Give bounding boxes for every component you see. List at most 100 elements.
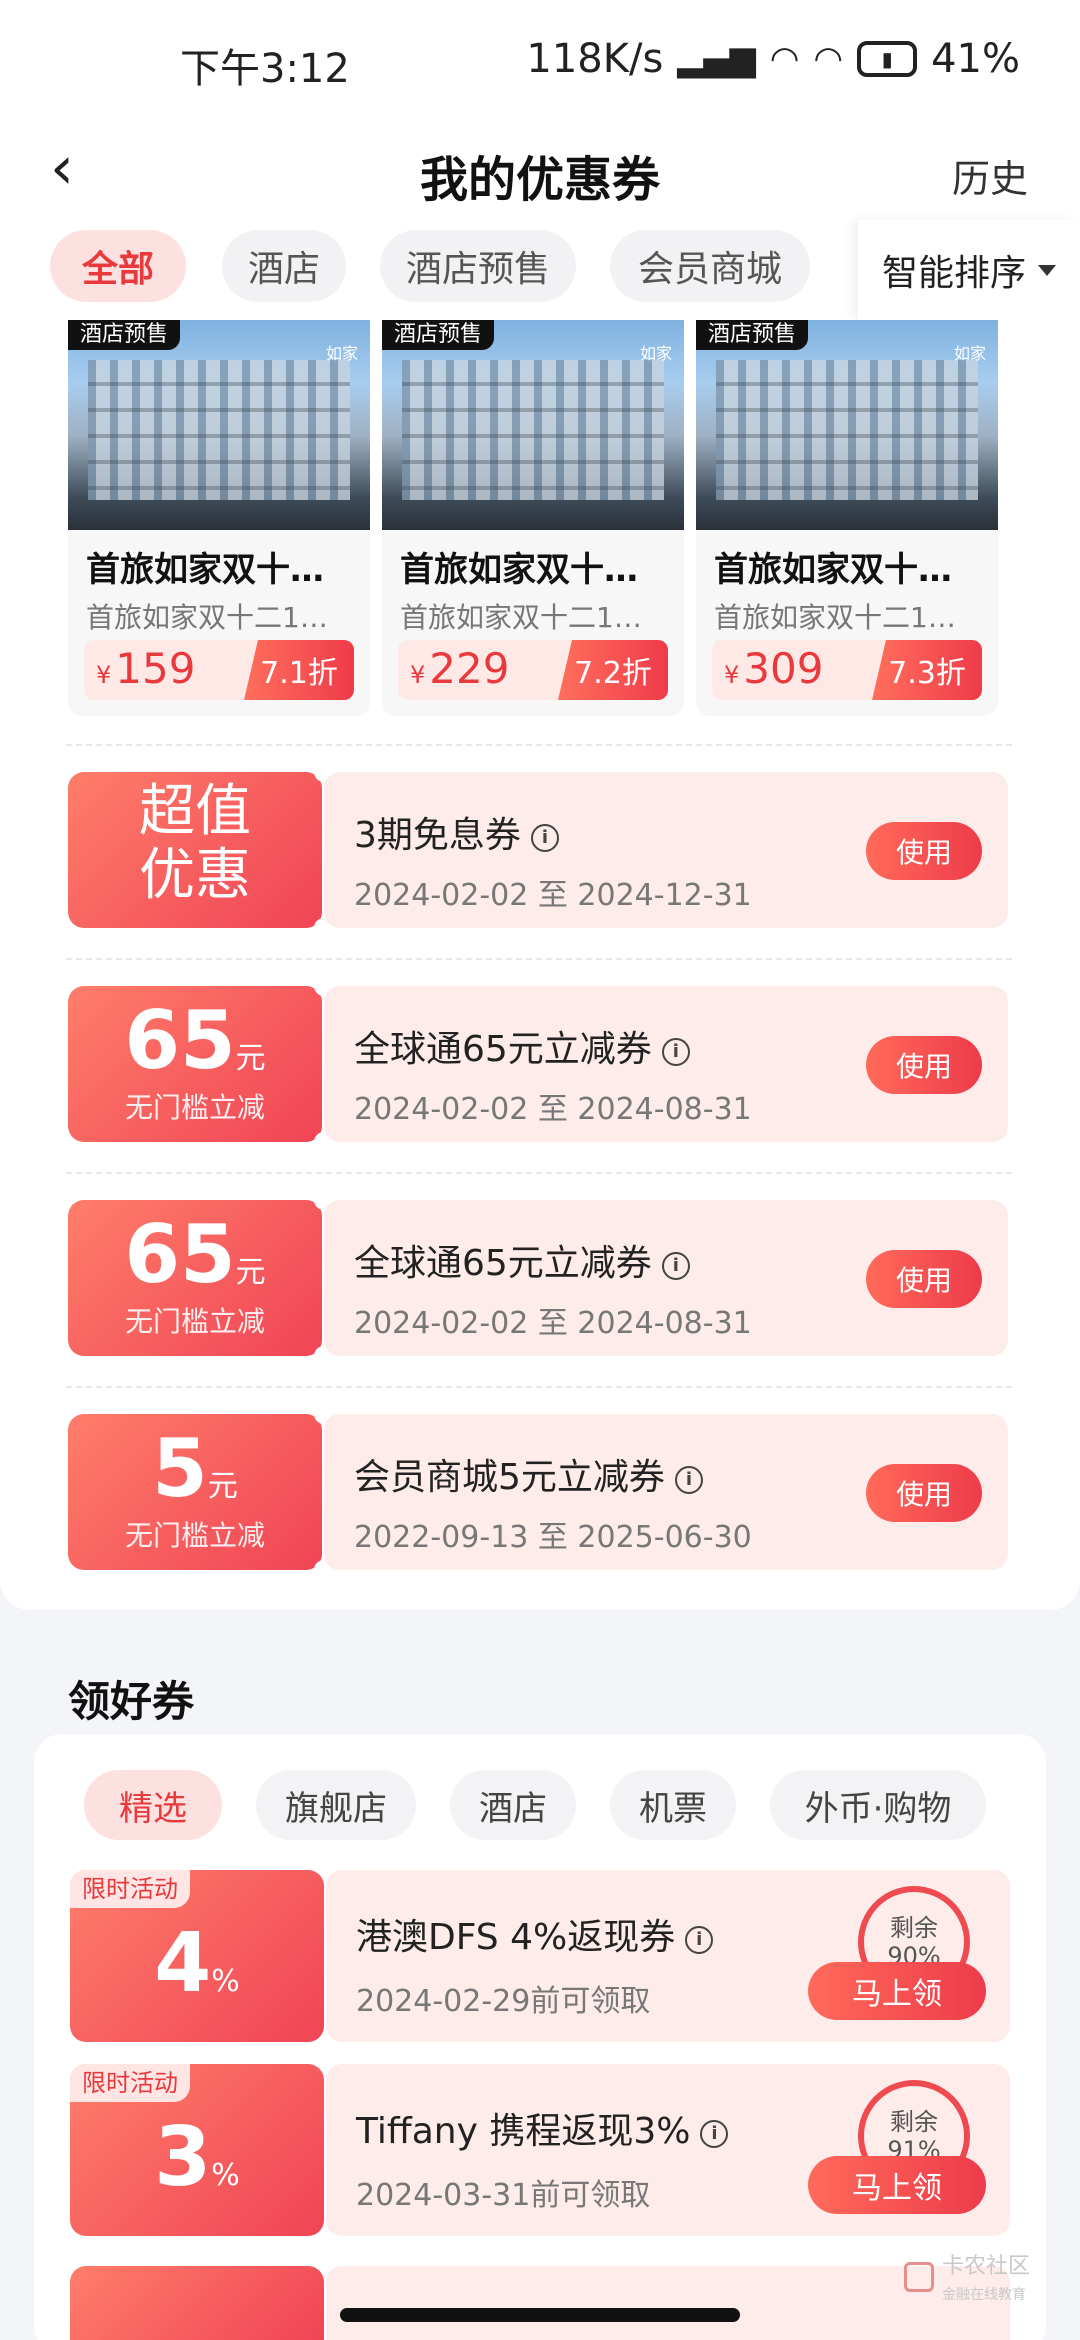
coupon-validity: 2024-02-02 至 2024-08-31 xyxy=(354,1092,752,1127)
product-name: 首旅如家双十… xyxy=(400,550,638,590)
promo-unit: % xyxy=(211,2158,240,2193)
product-tag: 酒店预售 xyxy=(68,320,181,350)
hotel-image xyxy=(68,320,370,530)
price-bar: ¥309 7.3折 xyxy=(712,640,982,700)
sort-dropdown[interactable]: 智能排序 xyxy=(858,220,1080,320)
header-bar: ‹ 我的优惠券 历史 xyxy=(0,120,1080,220)
watermark-logo-icon xyxy=(903,2261,934,2292)
coupon-title: 全球通65元立减券 xyxy=(354,1029,652,1070)
tab-hotel-presale[interactable]: 酒店预售 xyxy=(380,230,576,302)
use-button[interactable]: 使用 xyxy=(866,1464,982,1522)
claim-button[interactable]: 马上领 xyxy=(808,2156,986,2214)
coupon-unit: 元 xyxy=(235,1255,266,1290)
section-title: 领好券 xyxy=(68,1677,195,1726)
product-tag: 酒店预售 xyxy=(382,320,495,350)
product-card[interactable]: 酒店预售 如家 首旅如家双十… 首旅如家双十二1… ¥229 7.2折 xyxy=(382,320,684,716)
filter-tabs: 全部 酒店 酒店预售 会员商城 智能排序 xyxy=(0,220,1080,320)
product-price: 159 xyxy=(115,644,196,693)
home-indicator[interactable] xyxy=(340,2308,740,2322)
coupon-card: 超值 优惠 3期免息券 i 2024-02-02 至 2024-12-31 使用 xyxy=(68,762,1008,938)
wifi-icon: ◠ xyxy=(769,39,800,79)
brand-logo: 如家 xyxy=(639,344,672,363)
product-name: 首旅如家双十… xyxy=(86,550,324,590)
caret-down-icon xyxy=(1038,264,1056,276)
price-bar: ¥229 7.2折 xyxy=(398,640,668,700)
coupon-threshold: 无门槛立减 xyxy=(124,1519,265,1552)
battery-level: 41% xyxy=(931,36,1020,82)
product-card[interactable]: 酒店预售 如家 首旅如家双十… 首旅如家双十二1… ¥309 7.3折 xyxy=(696,320,998,716)
network-speed: 118K/s xyxy=(526,36,664,82)
coupon-amount: 65 xyxy=(124,1208,236,1301)
info-icon[interactable]: i xyxy=(530,824,559,852)
get-coupons-panel: 精选 旗舰店 酒店 机票 外币·购物 限时活动 4% 港澳DFS 4%返现券 i … xyxy=(34,1734,1046,2340)
product-tag: 酒店预售 xyxy=(696,320,809,350)
promo-coupon-card-partial xyxy=(70,2266,324,2340)
battery-icon: ▮ xyxy=(857,41,918,77)
divider xyxy=(66,1386,1012,1388)
coupon-amount: 65 xyxy=(124,994,236,1087)
tab-flights[interactable]: 机票 xyxy=(610,1770,736,1840)
signal-icon: ▂▄▆ xyxy=(677,39,756,79)
tab-all[interactable]: 全部 xyxy=(50,230,186,302)
promo-title: Tiffany 携程返现3% xyxy=(356,2111,691,2152)
coupon-amount: 5 xyxy=(152,1422,208,1515)
status-bar: 下午3:12 118K/s ▂▄▆ ◠ ◠ ▮ 41% xyxy=(0,0,1080,120)
coupon-label-line1: 超值 xyxy=(139,779,251,844)
use-button[interactable]: 使用 xyxy=(866,1250,982,1308)
info-icon[interactable]: i xyxy=(700,2120,729,2148)
tab-flagship[interactable]: 旗舰店 xyxy=(256,1770,416,1840)
use-button[interactable]: 使用 xyxy=(866,822,982,880)
promo-amount: 4 xyxy=(154,1916,212,2011)
tab-hotel[interactable]: 酒店 xyxy=(222,230,346,302)
discount-badge: 7.3折 xyxy=(872,640,982,700)
product-subtitle: 首旅如家双十二1… xyxy=(86,601,328,634)
promo-amount: 3 xyxy=(154,2110,212,2205)
currency-symbol: ¥ xyxy=(410,661,426,689)
product-price: 309 xyxy=(743,644,824,693)
status-right: 118K/s ▂▄▆ ◠ ◠ ▮ 41% xyxy=(526,36,1020,82)
product-card[interactable]: 酒店预售 如家 首旅如家双十… 首旅如家双十二1… ¥159 7.1折 xyxy=(68,320,370,716)
tab-hotel[interactable]: 酒店 xyxy=(450,1770,576,1840)
product-name: 首旅如家双十… xyxy=(714,550,952,590)
tab-featured[interactable]: 精选 xyxy=(84,1770,222,1840)
divider xyxy=(66,1172,1012,1174)
info-icon[interactable]: i xyxy=(674,1466,703,1494)
promo-deadline: 2024-03-31前可领取 xyxy=(356,2178,651,2213)
coupon-title: 3期免息券 xyxy=(354,815,521,856)
coupon-unit: 元 xyxy=(235,1041,266,1076)
use-button[interactable]: 使用 xyxy=(866,1036,982,1094)
hotel-image xyxy=(382,320,684,530)
coupon-validity: 2024-02-02 至 2024-12-31 xyxy=(354,878,752,913)
promo-coupon-card: 限时活动 3% Tiffany 携程返现3% i 2024-03-31前可领取 剩… xyxy=(70,2064,1010,2236)
sort-label: 智能排序 xyxy=(881,253,1026,294)
coupon-title: 会员商城5元立减券 xyxy=(354,1457,665,1498)
promo-deadline: 2024-02-29前可领取 xyxy=(356,1984,651,2019)
history-link[interactable]: 历史 xyxy=(952,148,1028,203)
coupon-threshold: 无门槛立减 xyxy=(124,1305,265,1338)
coupon-value: 超值 优惠 xyxy=(68,772,322,928)
coupon-validity: 2022-09-13 至 2025-06-30 xyxy=(354,1520,752,1555)
watermark-title: 卡农社区 xyxy=(941,2254,1030,2279)
page-title: 我的优惠券 xyxy=(419,152,660,208)
watermark-subtitle: 金融在线教育 xyxy=(941,2287,1026,2303)
discount-badge: 7.2折 xyxy=(558,640,668,700)
info-icon[interactable]: i xyxy=(661,1252,690,1280)
tab-member-mall[interactable]: 会员商城 xyxy=(610,230,810,302)
coupon-value: 65元 无门槛立减 xyxy=(68,1200,322,1356)
status-time: 下午3:12 xyxy=(180,46,350,92)
tab-forex-shopping[interactable]: 外币·购物 xyxy=(770,1770,986,1840)
coupon-threshold: 无门槛立减 xyxy=(124,1091,265,1124)
my-coupons-panel: 酒店预售 如家 首旅如家双十… 首旅如家双十二1… ¥159 7.1折 酒店预售… xyxy=(0,320,1080,1610)
promo-unit: % xyxy=(211,1964,240,1999)
price-bar: ¥159 7.1折 xyxy=(84,640,354,700)
coupon-label-line2: 优惠 xyxy=(139,843,251,908)
coupon-validity: 2024-02-02 至 2024-08-31 xyxy=(354,1306,752,1341)
coupon-value: 5元 无门槛立减 xyxy=(68,1414,322,1570)
info-icon[interactable]: i xyxy=(661,1038,690,1066)
coupon-card: 65元 无门槛立减 全球通65元立减券 i 2024-02-02 至 2024-0… xyxy=(68,976,1008,1152)
promo-tag: 限时活动 xyxy=(70,2064,190,2102)
coupon-title: 全球通65元立减券 xyxy=(354,1243,652,1284)
info-icon[interactable]: i xyxy=(685,1926,714,1954)
product-price: 229 xyxy=(429,644,510,693)
claim-button[interactable]: 马上领 xyxy=(808,1962,986,2020)
